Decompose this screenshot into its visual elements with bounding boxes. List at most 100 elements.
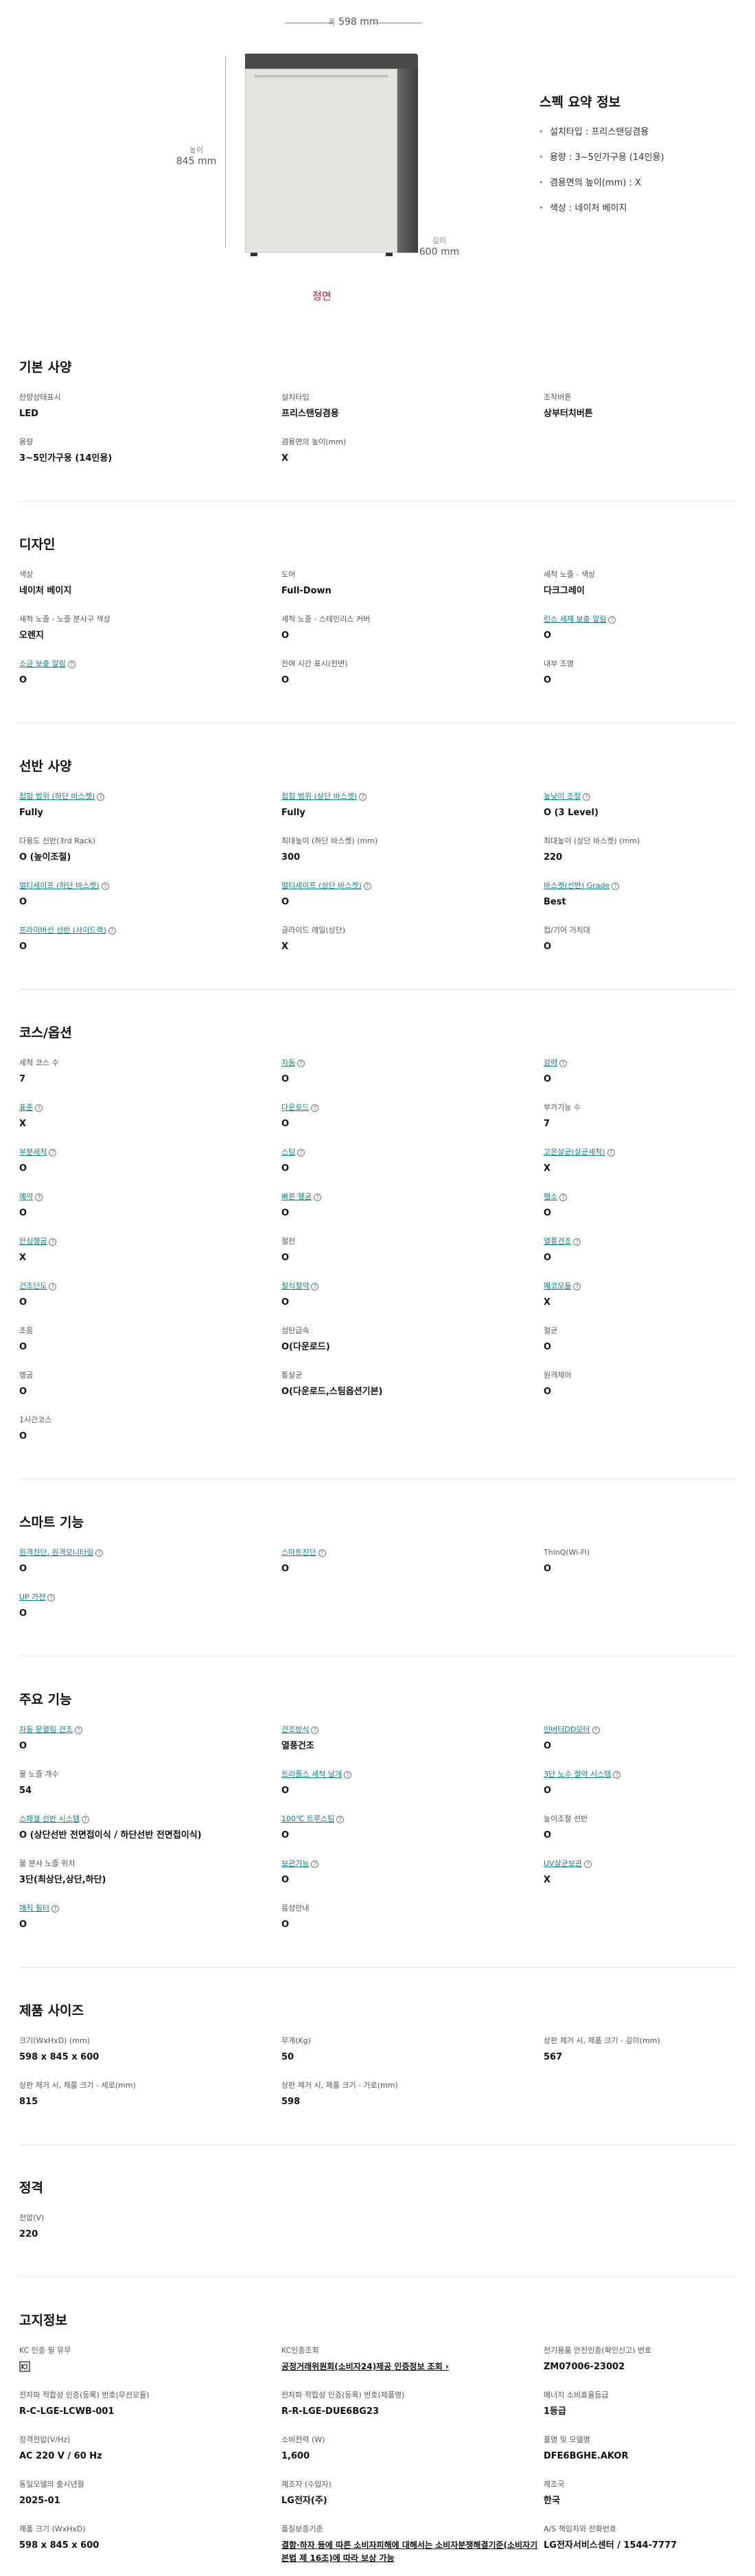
spec-label[interactable]: 스마트진단?: [281, 1548, 544, 1558]
spec-label[interactable]: 스팀?: [281, 1148, 544, 1157]
spec-label[interactable]: 다운로드?: [281, 1103, 544, 1113]
info-icon[interactable]: ?: [101, 882, 109, 890]
info-icon[interactable]: ?: [559, 1060, 568, 1067]
spec-label: 세척 노즐 - 스테인리스 커버: [281, 615, 544, 624]
spec-value[interactable]: 공정거래위원회(소비자24)제공 인증정보 조회 ›: [281, 2360, 544, 2373]
spec-label[interactable]: 자동 문열림 건조?: [19, 1725, 281, 1735]
info-icon[interactable]: ?: [95, 1549, 104, 1557]
spec-label[interactable]: 표준?: [19, 1103, 281, 1113]
spec-label[interactable]: 멀티세이프 (하단 바스켓)?: [19, 881, 281, 891]
spec-item: 접힘 범위 (상단 바스켓)? Fully: [281, 792, 544, 819]
spec-label[interactable]: 린스 세제 보충 알림?: [544, 615, 736, 624]
spec-label[interactable]: 열풍건조?: [544, 1237, 736, 1246]
info-icon[interactable]: ?: [49, 1283, 57, 1290]
spec-label[interactable]: 보관기능?: [281, 1859, 544, 1869]
spec-label[interactable]: 100℃ 트루스팀?: [281, 1814, 544, 1824]
info-icon[interactable]: ?: [592, 1726, 600, 1734]
spec-label: 절균: [544, 1326, 736, 1336]
info-icon[interactable]: ?: [67, 661, 76, 668]
spec-label[interactable]: 3단 노수 절약 시스템?: [544, 1770, 736, 1779]
spec-value[interactable]: 결함·하자 등에 따른 소비자피해에 대해서는 소비자분쟁해결기준(소비자기본법…: [281, 2539, 544, 2565]
spec-label[interactable]: 프라이버선 선반 (사이드랙)?: [19, 926, 281, 935]
spec-item: 세척 노즐 - 노즐 분사구 색상 오렌지: [19, 615, 281, 642]
info-icon[interactable]: ?: [47, 1594, 56, 1602]
spec-label[interactable]: 헹소?: [544, 1192, 736, 1202]
info-icon[interactable]: ?: [311, 1283, 319, 1290]
spec-section: 주요 기능 자동 문열림 건조? O 건조방식? 열풍건조 인버터DD모터? O 물 노즐 개…: [19, 1656, 736, 1967]
spec-label[interactable]: 매직 필터?: [19, 1904, 281, 1913]
info-icon[interactable]: ?: [584, 1860, 592, 1868]
spec-label[interactable]: 고온살균(살균세척)?: [544, 1148, 736, 1157]
info-icon[interactable]: ?: [311, 1860, 319, 1868]
spec-label[interactable]: 높낮이 조절?: [544, 792, 736, 801]
spec-label-text: 정격전압(V/Hz): [19, 2435, 71, 2444]
spec-label[interactable]: 멀티세이프 (상단 바스켓)?: [281, 881, 544, 891]
info-icon[interactable]: ?: [81, 1816, 89, 1823]
info-icon[interactable]: ?: [559, 1194, 568, 1201]
spec-item: 건조단도? O: [19, 1281, 281, 1309]
info-icon[interactable]: ?: [359, 793, 367, 801]
spec-label-text: 동일모델의 출시년월: [19, 2480, 84, 2489]
spec-label[interactable]: 강력?: [544, 1058, 736, 1068]
info-icon[interactable]: ?: [573, 1238, 581, 1246]
spec-label: 다용도 선반(3rd Rack): [19, 836, 281, 846]
info-icon[interactable]: ?: [363, 882, 371, 890]
info-icon[interactable]: ?: [97, 793, 105, 801]
info-icon[interactable]: ?: [313, 1194, 321, 1201]
spec-label[interactable]: 트리플스 세척 날개?: [281, 1770, 544, 1779]
spec-label[interactable]: 건조단도?: [19, 1281, 281, 1291]
info-icon[interactable]: ?: [612, 882, 620, 890]
info-icon[interactable]: ?: [108, 927, 116, 935]
info-icon[interactable]: ?: [74, 1726, 82, 1734]
spec-label-text: 접힘 범위 (상단 바스켓): [281, 792, 358, 801]
info-icon[interactable]: ?: [49, 1149, 57, 1156]
spec-label[interactable]: 접힘 범위 (상단 바스켓)?: [281, 792, 544, 801]
info-icon[interactable]: ?: [311, 1104, 319, 1112]
spec-label[interactable]: 스페셜 선반 시스템?: [19, 1814, 281, 1824]
spec-item: 절전 O: [281, 1237, 544, 1264]
spec-label[interactable]: UV살균보관?: [544, 1859, 736, 1869]
spec-label: 품명 및 모델명: [544, 2435, 736, 2445]
spec-label[interactable]: 접힘 범위 (하단 바스켓)?: [19, 792, 281, 801]
spec-label-text: UP 가전: [19, 1593, 46, 1602]
spec-item: 초음 O: [19, 1326, 281, 1354]
info-icon[interactable]: ?: [311, 1726, 319, 1734]
spec-value: 567: [544, 2052, 563, 2062]
spec-label[interactable]: 건조방식?: [281, 1725, 544, 1735]
info-icon[interactable]: ?: [297, 1149, 305, 1156]
info-icon[interactable]: ?: [613, 1771, 621, 1779]
section-title: 코스/옵션: [19, 1025, 72, 1040]
info-icon[interactable]: ?: [573, 1283, 581, 1290]
info-icon[interactable]: ?: [35, 1194, 43, 1201]
spec-label: 상판 제거 시, 제품 크기 - 깊이(mm): [544, 2036, 736, 2046]
spec-label[interactable]: UP 가전?: [19, 1593, 281, 1602]
info-icon[interactable]: ?: [336, 1816, 345, 1823]
spec-label[interactable]: 절식절약?: [281, 1281, 544, 1291]
info-icon[interactable]: ?: [583, 793, 591, 801]
spec-label-text: 조작버튼: [544, 393, 572, 402]
spec-item: 표준? X: [19, 1103, 281, 1130]
spec-label[interactable]: 원격진단, 원격모니터링?: [19, 1548, 281, 1558]
spec-value: O: [19, 897, 27, 907]
info-icon[interactable]: ?: [49, 1238, 57, 1246]
height-dimension: 높이 845 mm: [162, 144, 231, 168]
spec-label[interactable]: 자동?: [281, 1058, 544, 1068]
info-icon[interactable]: ?: [318, 1549, 326, 1557]
spec-label[interactable]: 인버터DD모터?: [544, 1725, 736, 1735]
spec-item: 제품 크기 (WxHxD) 598 x 845 x 600: [19, 2524, 281, 2565]
spec-label[interactable]: 빠른 헹굼?: [281, 1192, 544, 1202]
info-icon[interactable]: ?: [608, 616, 616, 624]
section-title: 정격: [19, 2180, 43, 2196]
info-icon[interactable]: ?: [607, 1149, 615, 1156]
info-icon[interactable]: ?: [343, 1771, 351, 1779]
width-dimension: 폭 598 mm: [285, 16, 422, 28]
spec-label[interactable]: 안심헹굼?: [19, 1237, 281, 1246]
info-icon[interactable]: ?: [35, 1104, 43, 1112]
spec-label[interactable]: 소금 보충 알림?: [19, 659, 281, 669]
info-icon[interactable]: ?: [51, 1905, 59, 1913]
spec-label[interactable]: 예약?: [19, 1192, 281, 1202]
spec-label[interactable]: 부분세척?: [19, 1148, 281, 1157]
spec-label[interactable]: 에코모듈?: [544, 1281, 736, 1291]
spec-label[interactable]: 바스켓(선반) Grade?: [544, 881, 736, 891]
info-icon[interactable]: ?: [297, 1060, 305, 1067]
